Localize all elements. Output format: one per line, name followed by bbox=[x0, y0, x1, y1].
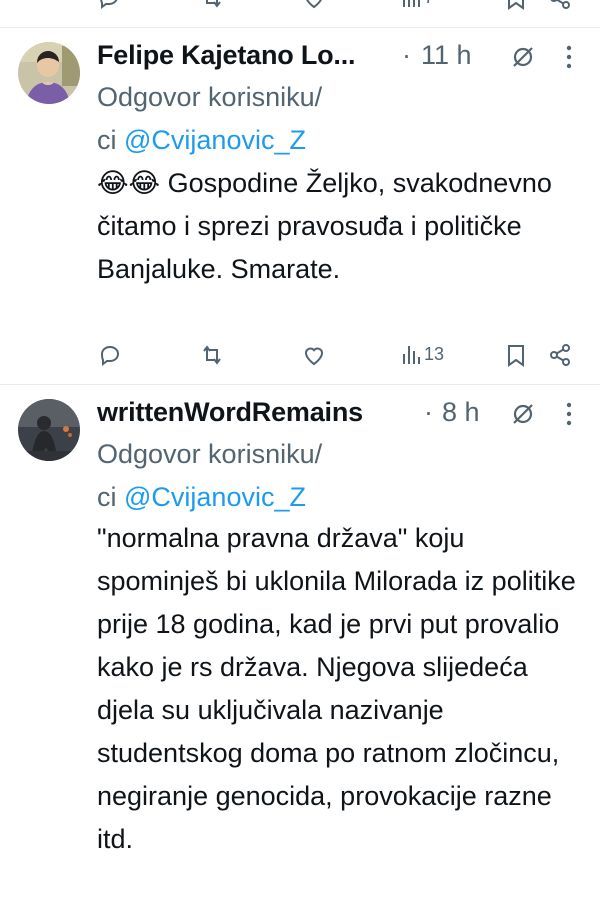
tweet-text: 😂😂 Gospodine Željko, svakodnevno čitamo … bbox=[97, 162, 587, 291]
reply-handle-link[interactable]: @Cvijanovic_Z bbox=[124, 125, 306, 155]
tweet-item[interactable]: writtenWordRemains · 8 h Odgovor korisni… bbox=[0, 385, 600, 900]
avatar[interactable] bbox=[18, 399, 80, 461]
reply-prefix-2: ci bbox=[97, 482, 117, 512]
repost-icon[interactable] bbox=[200, 0, 224, 10]
avatar[interactable] bbox=[18, 42, 80, 104]
timestamp[interactable]: 11 h bbox=[421, 40, 472, 71]
share-icon[interactable] bbox=[548, 0, 572, 10]
share-icon[interactable] bbox=[548, 343, 572, 367]
like-icon[interactable] bbox=[302, 343, 326, 367]
more-options-icon[interactable] bbox=[566, 401, 572, 427]
like-icon[interactable] bbox=[302, 0, 326, 10]
author-name[interactable]: Felipe Kajetano Lo... bbox=[97, 40, 356, 71]
separator-dot: · bbox=[402, 40, 411, 70]
tweet-actions: 13 bbox=[0, 343, 600, 373]
views-icon[interactable]: 7 bbox=[402, 0, 434, 8]
reply-prefix-2: ci bbox=[97, 125, 117, 155]
separator-dot: · bbox=[424, 397, 433, 427]
more-options-icon[interactable] bbox=[566, 44, 572, 70]
reply-icon[interactable] bbox=[98, 343, 122, 367]
bookmark-icon[interactable] bbox=[505, 343, 527, 367]
views-button[interactable]: 13 bbox=[402, 343, 444, 365]
timestamp[interactable]: 8 h bbox=[442, 397, 480, 428]
previous-tweet-actions: 7 bbox=[0, 0, 600, 14]
reply-context: Odgovor korisniku/ ci @Cvijanovic_Z bbox=[97, 433, 322, 519]
author-name[interactable]: writtenWordRemains bbox=[97, 397, 363, 428]
reply-prefix: Odgovor korisniku/ bbox=[97, 82, 323, 112]
grok-icon[interactable] bbox=[510, 44, 536, 70]
tweet-item[interactable]: Felipe Kajetano Lo... · 11 h Odgovor kor… bbox=[0, 28, 600, 384]
views-icon bbox=[402, 343, 422, 365]
views-count: 13 bbox=[424, 343, 445, 364]
repost-icon[interactable] bbox=[200, 343, 224, 367]
tweet-text-body: Gospodine Željko, svakodnevno čitamo i s… bbox=[97, 168, 552, 284]
bookmark-icon[interactable] bbox=[505, 0, 527, 10]
reply-context: Odgovor korisniku/ ci @Cvijanovic_Z bbox=[97, 76, 322, 162]
tweet-text: "normalna pravna država" koju spominješ … bbox=[97, 523, 576, 854]
grok-icon[interactable] bbox=[510, 401, 536, 427]
views-count: 7 bbox=[424, 0, 434, 8]
reply-handle-link[interactable]: @Cvijanovic_Z bbox=[124, 482, 306, 512]
reply-prefix: Odgovor korisniku/ bbox=[97, 439, 323, 469]
reply-icon[interactable] bbox=[97, 0, 121, 10]
emoji: 😂😂 bbox=[97, 168, 161, 198]
